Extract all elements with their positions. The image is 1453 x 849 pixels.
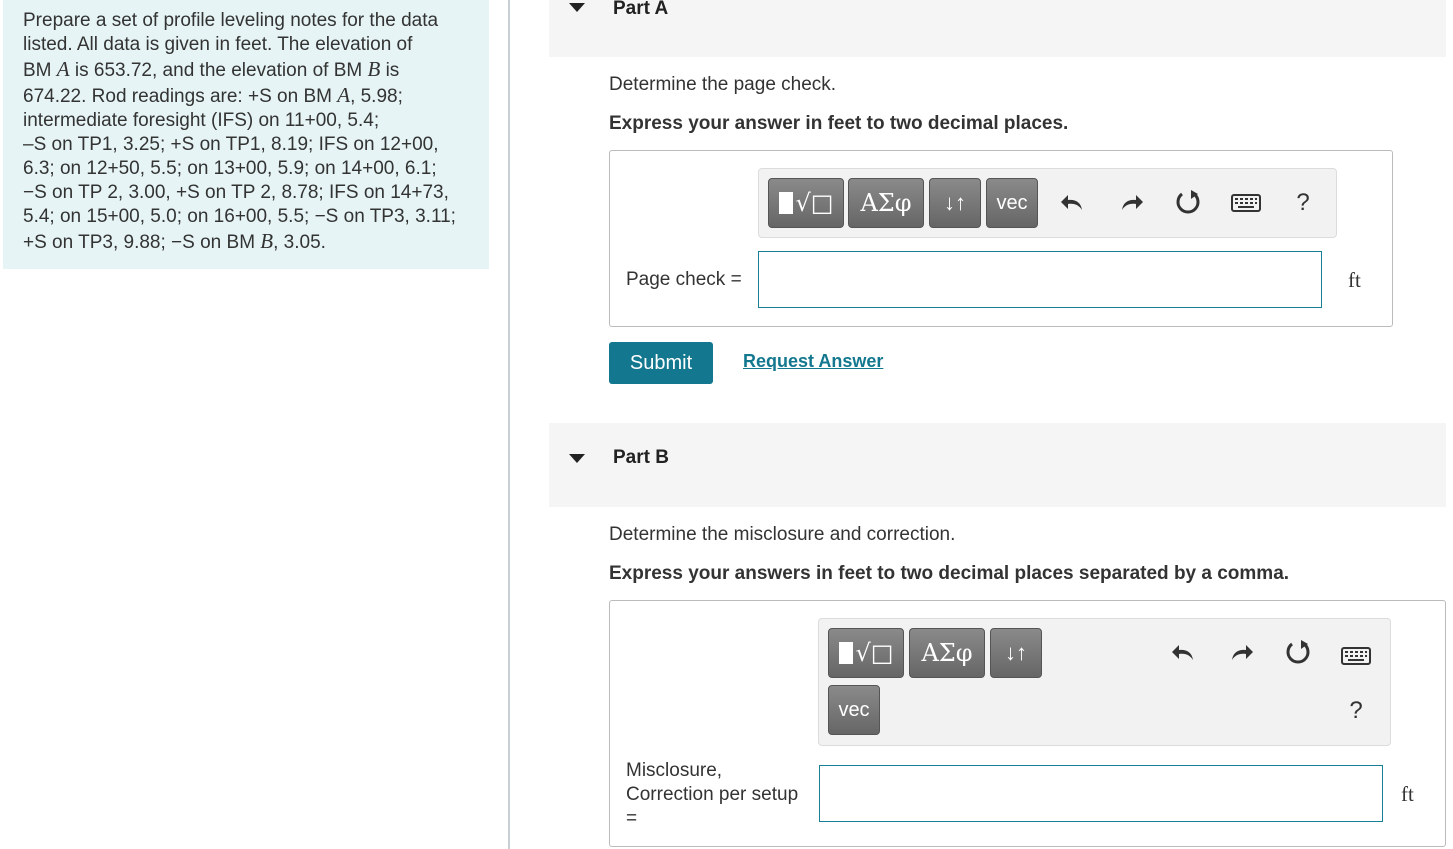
misclosure-unit: ft xyxy=(1401,782,1414,806)
misclosure-label-line-3: = xyxy=(626,808,638,829)
problem-line: 674.22. Rod readings are: +S on BM A, 5.… xyxy=(23,83,403,107)
problem-line: Prepare a set of profile leveling notes … xyxy=(23,10,439,31)
part-b-header[interactable]: Part B xyxy=(549,423,1446,507)
part-b-answer-box: √□ ΑΣφ ↓↑ vec ? Misclosure, Correction p… xyxy=(609,600,1446,847)
greek-letters-button[interactable]: ΑΣφ xyxy=(848,178,924,228)
part-b-instruction: Express your answers in feet to two deci… xyxy=(609,563,1290,584)
variable-name: B xyxy=(367,57,381,81)
problem-line: 6.3; on 12+50, 5.5; on 13+00, 5.9; on 14… xyxy=(23,158,437,179)
reset-icon[interactable] xyxy=(1283,638,1313,668)
keyboard-icon[interactable] xyxy=(1340,641,1372,671)
help-icon[interactable]: ? xyxy=(1341,696,1371,726)
part-a-prompt: Determine the page check. xyxy=(609,74,837,95)
variable-name: A xyxy=(337,83,351,107)
problem-line: listed. All data is given in feet. The e… xyxy=(23,34,413,55)
problem-line: −S on TP 2, 3.00, +S on TP 2, 8.78; IFS … xyxy=(23,182,449,203)
part-b-title: Part B xyxy=(613,447,669,468)
part-a-instruction: Express your answer in feet to two decim… xyxy=(609,113,1069,134)
part-b-prompt: Determine the misclosure and correction. xyxy=(609,524,956,545)
vec-button[interactable]: vec xyxy=(986,178,1038,228)
problem-line: –S on TP1, 3.25; +S on TP1, 8.19; IFS on… xyxy=(23,134,439,155)
arrows-button[interactable]: ↓↑ xyxy=(929,178,981,228)
reset-icon[interactable] xyxy=(1173,188,1203,218)
problem-line: BM A is 653.72, and the elevation of BM … xyxy=(23,57,400,81)
arrows-button[interactable]: ↓↑ xyxy=(990,628,1042,678)
undo-icon[interactable] xyxy=(1169,638,1199,668)
part-a-title: Part A xyxy=(613,0,669,19)
undo-icon[interactable] xyxy=(1058,188,1088,218)
misclosure-label: Misclosure, Correction per setup = xyxy=(626,759,798,831)
keyboard-icon[interactable] xyxy=(1230,188,1262,218)
greek-letters-button[interactable]: ΑΣφ xyxy=(909,628,985,678)
part-a-math-toolbar: √□ ΑΣφ ↓↑ vec ? xyxy=(758,168,1337,238)
misclosure-label-line-2: Correction per setup xyxy=(626,784,799,805)
variable-name: B xyxy=(260,229,274,253)
part-a-answer-box: √□ ΑΣφ ↓↑ vec ? Page check = ft xyxy=(609,150,1393,327)
page-check-input[interactable] xyxy=(758,251,1322,308)
request-answer-link[interactable]: Request Answer xyxy=(743,351,883,372)
panel-divider xyxy=(508,0,510,849)
collapse-triangle-icon[interactable] xyxy=(569,454,585,463)
part-a-header[interactable]: Part A xyxy=(549,0,1446,57)
problem-line: 5.4; on 15+00, 5.0; on 16+00, 5.5; −S on… xyxy=(23,206,456,227)
problem-statement: Prepare a set of profile leveling notes … xyxy=(3,0,489,269)
misclosure-input[interactable] xyxy=(819,765,1383,822)
redo-icon[interactable] xyxy=(1226,638,1256,668)
collapse-triangle-icon[interactable] xyxy=(569,3,585,12)
sqrt-template-icon[interactable]: √□ xyxy=(828,628,904,678)
misclosure-label-line-1: Misclosure, xyxy=(626,760,723,781)
part-b-math-toolbar: √□ ΑΣφ ↓↑ vec ? xyxy=(818,618,1391,746)
page-check-label: Page check = xyxy=(626,269,742,290)
problem-line: +S on TP3, 9.88; −S on BM B, 3.05. xyxy=(23,229,326,253)
sqrt-template-icon[interactable]: √□ xyxy=(768,178,844,228)
submit-button[interactable]: Submit xyxy=(609,342,713,384)
variable-name: A xyxy=(56,57,70,81)
redo-icon[interactable] xyxy=(1116,188,1146,218)
page-check-unit: ft xyxy=(1348,268,1361,292)
help-icon[interactable]: ? xyxy=(1288,188,1318,218)
vec-button[interactable]: vec xyxy=(828,685,880,735)
problem-line: intermediate foresight (IFS) on 11+00, 5… xyxy=(23,110,380,131)
